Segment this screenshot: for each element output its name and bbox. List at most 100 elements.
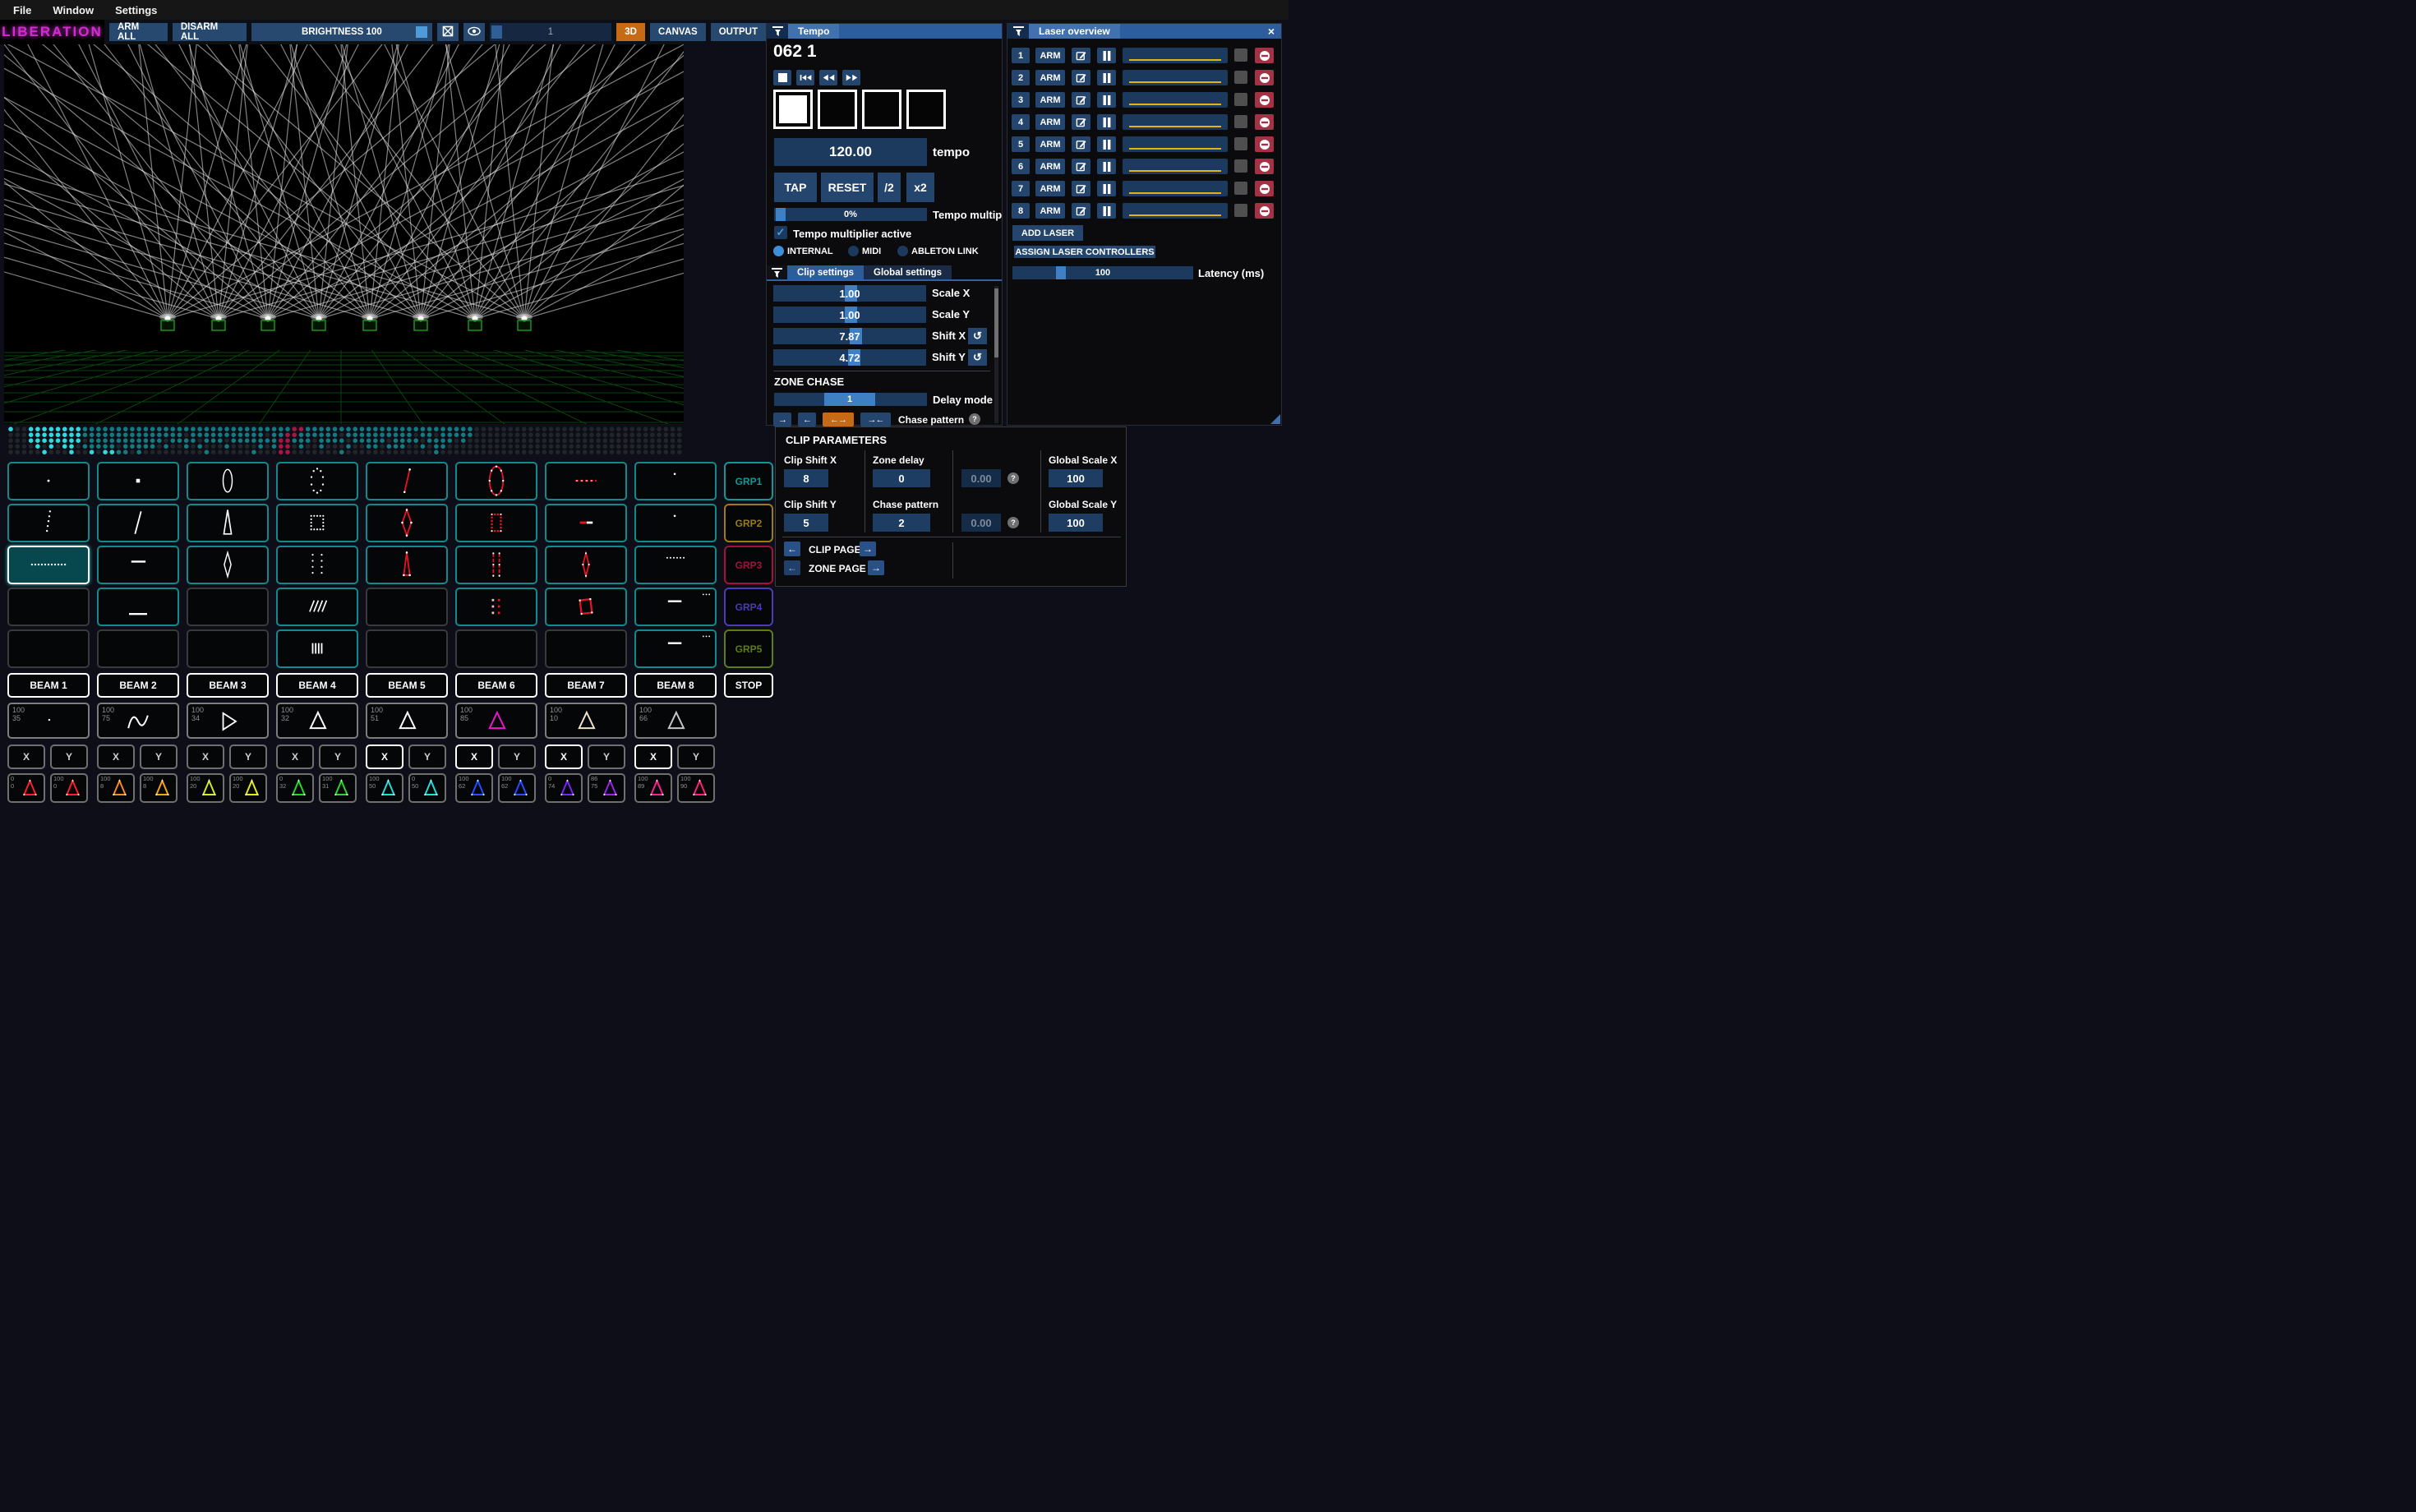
- axis-button-5-x[interactable]: X: [187, 744, 224, 769]
- laser-intensity-slider-6[interactable]: [1123, 159, 1228, 174]
- laser-pause-button-8[interactable]: [1097, 203, 1116, 219]
- laser-color-swatch-8[interactable]: [1234, 204, 1247, 217]
- laser-remove-button-2[interactable]: [1255, 70, 1274, 85]
- reset-shift-x-button[interactable]: ↺: [968, 328, 987, 344]
- axis-button-1-x[interactable]: X: [7, 744, 45, 769]
- clip-cell-r4-c3[interactable]: [187, 588, 269, 626]
- clip-cell-r1-c1[interactable]: [7, 462, 90, 500]
- latency-handle[interactable]: [1056, 266, 1066, 279]
- panel-resize-handle[interactable]: [1270, 414, 1280, 424]
- tab-clip-settings[interactable]: Clip settings: [787, 265, 864, 279]
- chase-pattern-button-2[interactable]: ←→: [823, 413, 854, 426]
- axis-button-2-y[interactable]: Y: [50, 744, 88, 769]
- laser-arm-button-6[interactable]: ARM: [1035, 159, 1065, 174]
- laser-intensity-slider-3[interactable]: [1123, 92, 1228, 108]
- clip-page-prev-button[interactable]: ←: [784, 542, 800, 556]
- chase-pattern-button-3[interactable]: →←: [860, 413, 891, 426]
- clip-cell-r5-c7[interactable]: [545, 629, 627, 668]
- clip-cell-r1-c6[interactable]: [455, 462, 537, 500]
- zone-thumb-12[interactable]: 10062: [498, 773, 536, 803]
- laser-arm-button-7[interactable]: ARM: [1035, 181, 1065, 196]
- laser-color-swatch-4[interactable]: [1234, 115, 1247, 128]
- help-icon[interactable]: ?: [1007, 472, 1019, 484]
- tempo-multiplier-handle[interactable]: [776, 208, 786, 221]
- zone-slider-handle[interactable]: [491, 25, 502, 39]
- chase-pattern-button-1[interactable]: ←: [798, 413, 816, 426]
- beam-button-7[interactable]: BEAM 7: [545, 673, 627, 698]
- blackout-button[interactable]: [437, 23, 459, 41]
- zone-thumb-14[interactable]: 8675: [588, 773, 625, 803]
- clip-param-value-clip-shift-x[interactable]: 8: [784, 469, 828, 487]
- clip-cell-r4-c2[interactable]: [97, 588, 179, 626]
- laser-pause-button-4[interactable]: [1097, 114, 1116, 130]
- output-button[interactable]: OUTPUT: [711, 23, 766, 41]
- clip-cell-r1-c7[interactable]: [545, 462, 627, 500]
- zone-thumb-1[interactable]: 00: [7, 773, 45, 803]
- laser-edit-button-3[interactable]: [1072, 92, 1090, 108]
- axis-button-14-y[interactable]: Y: [588, 744, 625, 769]
- slider-scale-y[interactable]: 1.00: [773, 307, 926, 323]
- laser-edit-button-8[interactable]: [1072, 203, 1090, 219]
- beam-thumb-3[interactable]: 10034: [187, 703, 269, 739]
- laser-remove-button-3[interactable]: [1255, 92, 1274, 108]
- laser-preview-3d[interactable]: [4, 44, 684, 424]
- clip-param-value-zone-delay[interactable]: 0: [873, 469, 930, 487]
- clip-cell-r1-c2[interactable]: [97, 462, 179, 500]
- assign-laser-controllers-button[interactable]: ASSIGN LASER CONTROLLERS: [1014, 246, 1155, 258]
- clip-cell-r3-c2[interactable]: [97, 546, 179, 584]
- menu-settings[interactable]: Settings: [115, 4, 157, 16]
- preview-visibility-button[interactable]: [463, 23, 485, 41]
- tab-tempo[interactable]: Tempo: [788, 24, 839, 39]
- zone-thumb-9[interactable]: 10050: [366, 773, 403, 803]
- beam-button-8[interactable]: BEAM 8: [634, 673, 717, 698]
- beam-button-2[interactable]: BEAM 2: [97, 673, 179, 698]
- zone-thumb-10[interactable]: 050: [408, 773, 446, 803]
- clip-cell-r4-c8[interactable]: [634, 588, 717, 626]
- zone-thumb-4[interactable]: 1008: [140, 773, 178, 803]
- clip-cell-r1-c8[interactable]: [634, 462, 717, 500]
- group-button-grp3[interactable]: GRP3: [724, 546, 773, 584]
- menu-window[interactable]: Window: [53, 4, 94, 16]
- sync-radio-midi[interactable]: [848, 246, 859, 256]
- disarm-all-button[interactable]: DISARM ALL: [173, 23, 247, 41]
- zone-thumb-16[interactable]: 10090: [677, 773, 715, 803]
- beam-thumb-7[interactable]: 10010: [545, 703, 627, 739]
- clip-cell-r5-c8[interactable]: [634, 629, 717, 668]
- laser-color-swatch-2[interactable]: [1234, 71, 1247, 84]
- group-button-grp2[interactable]: GRP2: [724, 504, 773, 542]
- beam-thumb-6[interactable]: 10085: [455, 703, 537, 739]
- reset-button[interactable]: RESET: [821, 173, 874, 202]
- laser-remove-button-4[interactable]: [1255, 114, 1274, 130]
- clip-cell-r4-c7[interactable]: [545, 588, 627, 626]
- clip-cell-r4-c4[interactable]: [276, 588, 358, 626]
- laser-pause-button-5[interactable]: [1097, 136, 1116, 152]
- group-button-grp1[interactable]: GRP1: [724, 462, 773, 500]
- clip-param-value-global-scale-y[interactable]: 100: [1049, 514, 1103, 532]
- zone-page-slider[interactable]: 1: [490, 23, 612, 41]
- latency-slider[interactable]: 100: [1012, 266, 1193, 279]
- laser-intensity-slider-8[interactable]: [1123, 203, 1228, 219]
- zone-thumb-2[interactable]: 1000: [50, 773, 88, 803]
- laser-color-swatch-6[interactable]: [1234, 159, 1247, 173]
- zone-thumb-6[interactable]: 10020: [229, 773, 267, 803]
- laser-remove-button-7[interactable]: [1255, 181, 1274, 196]
- beam-button-6[interactable]: BEAM 6: [455, 673, 537, 698]
- group-button-grp4[interactable]: GRP4: [724, 588, 773, 626]
- laser-color-swatch-3[interactable]: [1234, 93, 1247, 106]
- slider-shift-x[interactable]: 7.87: [773, 328, 926, 344]
- clip-cell-r2-c4[interactable]: [276, 504, 358, 542]
- clip-cell-r3-c1[interactable]: [7, 546, 90, 584]
- tempo-multiplier-active-checkbox[interactable]: ✓: [774, 226, 787, 239]
- axis-button-11-x[interactable]: X: [455, 744, 493, 769]
- clip-cell-r4-c6[interactable]: [455, 588, 537, 626]
- arm-all-button[interactable]: ARM ALL: [109, 23, 168, 41]
- clip-cell-r1-c4[interactable]: [276, 462, 358, 500]
- clip-param-value-aux-4[interactable]: 0.00: [961, 469, 1001, 487]
- slider-shift-y[interactable]: 4.72: [773, 349, 926, 366]
- clip-param-value-clip-shift-y[interactable]: 5: [784, 514, 828, 532]
- clip-cell-r2-c8[interactable]: [634, 504, 717, 542]
- close-icon[interactable]: ×: [1261, 24, 1281, 39]
- laser-intensity-slider-4[interactable]: [1123, 114, 1228, 130]
- laser-edit-button-5[interactable]: [1072, 136, 1090, 152]
- laser-pause-button-7[interactable]: [1097, 181, 1116, 196]
